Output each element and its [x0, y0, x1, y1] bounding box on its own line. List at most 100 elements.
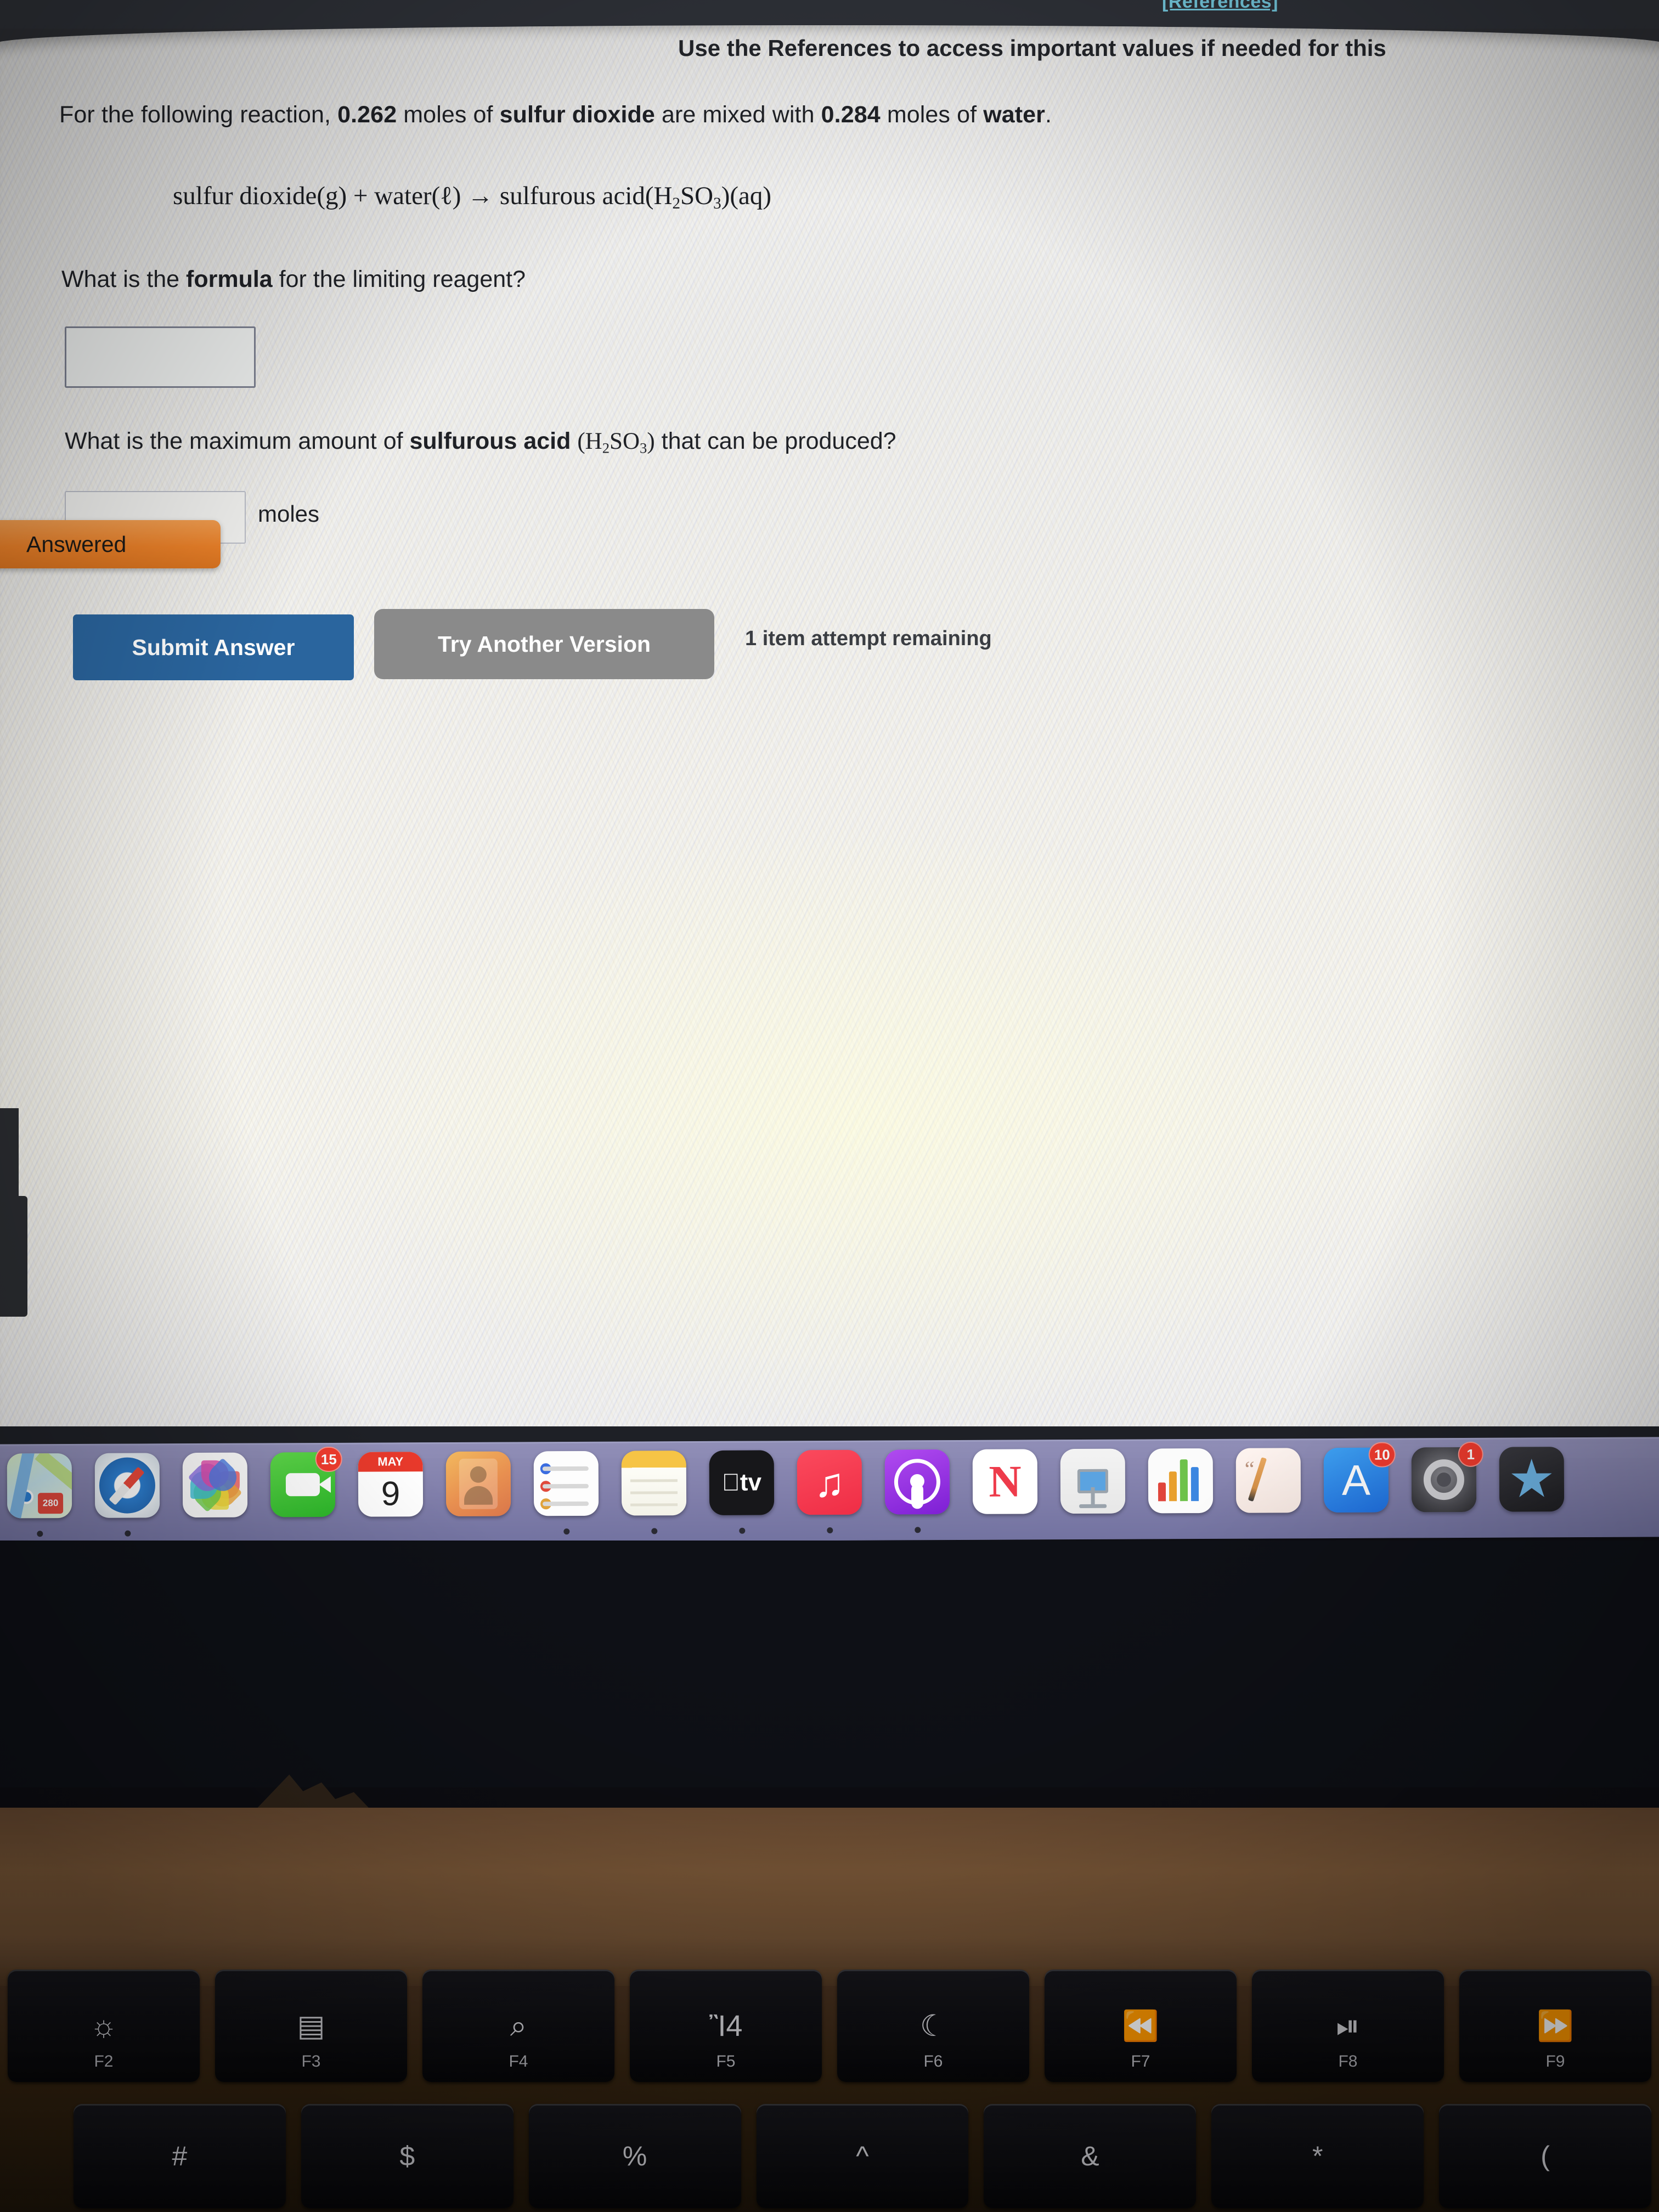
numbers-bar — [1180, 1459, 1188, 1502]
background-window-edge-lower — [0, 1196, 27, 1317]
rewind-icon: ⏪ — [1122, 2009, 1159, 2042]
equation-sub-1: 2 — [672, 195, 681, 213]
dock-item-calendar[interactable]: MAY 9 — [347, 1444, 435, 1544]
submit-answer-button[interactable]: Submit Answer — [73, 614, 354, 680]
dock-item-music[interactable]: ♫ — [786, 1442, 874, 1543]
q2-formula-open: (H — [577, 428, 602, 454]
dock-running-indicator — [36, 1531, 43, 1537]
dock-running-indicator — [563, 1528, 569, 1535]
contacts-body — [464, 1486, 493, 1505]
equation-product-name: sulfurous acid — [499, 182, 645, 210]
key-f4[interactable]: ⌕ F4 — [422, 1970, 614, 2082]
dock-item-keynote[interactable] — [1049, 1441, 1137, 1542]
limiting-reagent-formula-input[interactable] — [65, 326, 256, 388]
key-symbol-%[interactable]: % — [528, 2104, 741, 2208]
dock-item-notes[interactable] — [610, 1443, 698, 1543]
contacts-icon — [445, 1451, 511, 1517]
dock-item-podcasts[interactable] — [873, 1442, 962, 1542]
key-label: F2 — [94, 2052, 114, 2070]
q2-formula-close: ) — [647, 428, 655, 454]
equation-reactant-2: water(ℓ) — [374, 182, 461, 210]
dock-item-appstore[interactable]: A 10 — [1312, 1440, 1401, 1540]
key-label: F8 — [1338, 2052, 1358, 2070]
key-label: F4 — [509, 2052, 528, 2070]
key-symbol-*[interactable]: * — [1211, 2104, 1424, 2208]
function-key-row: ☼ F2 ▤ F3 ⌕ F4 Ἲ4 F5 ☾ F6 ⏪ F7 ⏯ F8 ⏩ F9 — [0, 1970, 1659, 2096]
q1-after: for the limiting reagent? — [272, 266, 526, 292]
key-f8[interactable]: ⏯ F8 — [1252, 1970, 1444, 2082]
key-symbol-$[interactable]: $ — [301, 2104, 514, 2208]
key-glyph: ( — [1541, 2141, 1550, 2171]
key-label: F5 — [716, 2052, 736, 2070]
dock-item-photos[interactable] — [171, 1445, 259, 1545]
chemical-equation: sulfur dioxide(g) + water(ℓ) → sulfurous… — [173, 181, 771, 213]
numbers-bar — [1158, 1482, 1166, 1502]
notes-line — [630, 1503, 678, 1506]
notes-line — [630, 1479, 678, 1482]
key-symbol-#[interactable]: # — [74, 2104, 286, 2208]
key-f2[interactable]: ☼ F2 — [8, 1970, 200, 2082]
maps-icon: 280 — [7, 1453, 72, 1519]
microphone-icon: Ἲ4 — [709, 2009, 743, 2042]
key-symbol-^[interactable]: ^ — [756, 2104, 969, 2208]
prompt-amount-a: 0.262 — [337, 101, 397, 128]
key-f3[interactable]: ▤ F3 — [215, 1970, 407, 2082]
dock-running-indicator — [738, 1527, 745, 1534]
key-symbol-([interactable]: ( — [1439, 2104, 1652, 2208]
browser-top-bar: [References] — [0, 0, 1659, 29]
numbers-icon — [1148, 1448, 1214, 1514]
dock-item-contacts[interactable] — [435, 1443, 523, 1544]
dock-item-reminders[interactable] — [522, 1443, 611, 1544]
answered-status-badge: Answered — [0, 520, 221, 568]
reminders-row — [543, 1501, 589, 1506]
prompt-mid-c: moles of — [887, 101, 977, 128]
reminders-row — [542, 1466, 589, 1471]
dock-item-maps[interactable]: 280 — [0, 1446, 83, 1546]
assignment-page — [0, 25, 1659, 1435]
dock-item-safari[interactable] — [83, 1445, 172, 1545]
keynote-icon — [1060, 1448, 1126, 1514]
pages-quote-glyph: “ — [1244, 1456, 1255, 1481]
key-f6[interactable]: ☾ F6 — [837, 1970, 1029, 2082]
calendar-icon: MAY 9 — [358, 1452, 424, 1517]
q2-before: What is the maximum amount of — [65, 428, 410, 454]
contacts-head — [470, 1466, 487, 1483]
facetime-camera-glyph — [285, 1473, 320, 1497]
references-link[interactable]: [References] — [1162, 0, 1278, 13]
pages-icon: “ — [1235, 1448, 1301, 1513]
dock-badge-facetime: 15 — [315, 1446, 342, 1472]
laptop-screen: [References] Use the References to acces… — [0, 0, 1659, 1458]
try-another-version-button[interactable]: Try Another Version — [374, 609, 714, 679]
dock-item-photobooth[interactable]: ★ — [1488, 1439, 1576, 1539]
key-label: F9 — [1545, 2052, 1565, 2070]
key-label: F3 — [301, 2052, 321, 2070]
dock-item-pages[interactable]: “ — [1224, 1440, 1313, 1541]
key-f5[interactable]: Ἲ4 F5 — [630, 1970, 822, 2082]
dock-item-news[interactable]: N — [961, 1441, 1049, 1542]
prompt-end: . — [1045, 101, 1052, 128]
dock-item-settings[interactable]: 1 — [1400, 1440, 1488, 1540]
q2-after: that can be produced? — [654, 428, 896, 454]
equation-plus: + — [353, 182, 368, 210]
music-icon: ♫ — [797, 1449, 862, 1515]
screen-bezel: MacBook Air — [0, 1541, 1659, 1787]
equation-formula-mid: SO — [680, 182, 714, 210]
key-f9[interactable]: ⏩ F9 — [1459, 1970, 1651, 2082]
spotlight-search-icon: ⌕ — [510, 2009, 527, 2042]
moles-unit-label: moles — [258, 501, 320, 527]
dock-running-indicator — [651, 1528, 657, 1534]
answered-label: Answered — [26, 531, 127, 557]
dock-item-facetime[interactable]: 15 — [259, 1444, 347, 1545]
dock-badge-appstore: 10 — [1368, 1442, 1396, 1468]
equation-arrow: → — [467, 182, 494, 210]
fast-forward-icon: ⏩ — [1537, 2009, 1574, 2042]
key-glyph: ^ — [856, 2141, 869, 2171]
key-glyph: % — [622, 2141, 647, 2171]
key-symbol-&[interactable]: & — [984, 2104, 1197, 2208]
numbers-bar — [1169, 1471, 1177, 1502]
dock-item-numbers[interactable] — [1137, 1441, 1225, 1541]
dock-item-tv[interactable]: tv — [698, 1442, 786, 1543]
keynote-base — [1079, 1504, 1107, 1509]
reminders-icon — [533, 1451, 599, 1516]
key-f7[interactable]: ⏪ F7 — [1045, 1970, 1237, 2082]
